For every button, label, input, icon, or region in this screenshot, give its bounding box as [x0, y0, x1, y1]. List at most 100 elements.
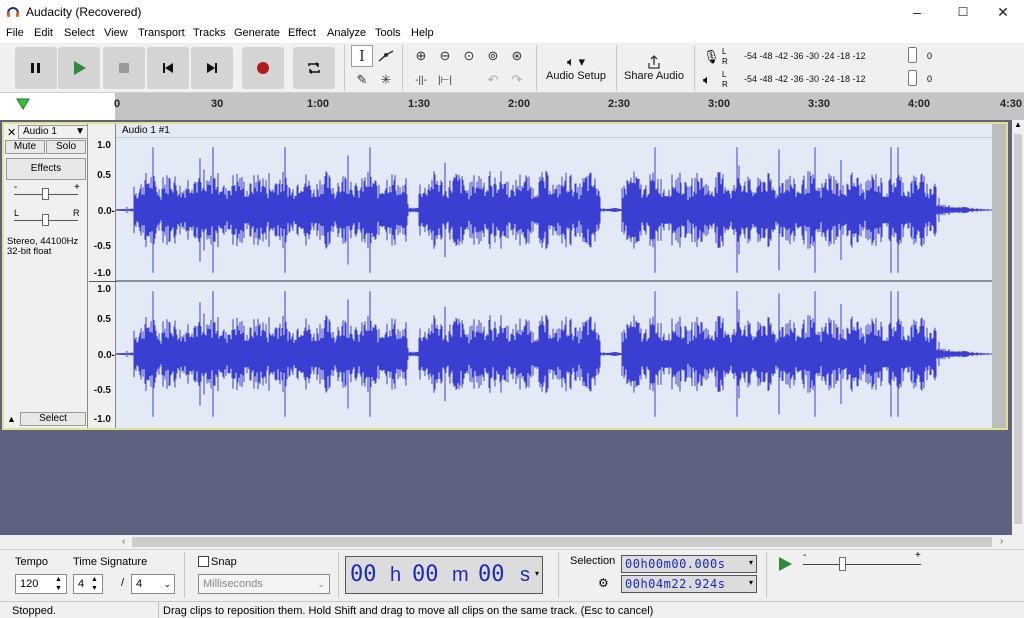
amp-label: -0.5: [93, 385, 111, 396]
gear-icon[interactable]: ⚙: [598, 576, 609, 590]
skip-to-end-button[interactable]: [191, 47, 233, 89]
silence-button[interactable]: |⊢|: [434, 69, 456, 91]
pause-button[interactable]: [15, 47, 57, 89]
silence-icon: |⊢|: [438, 74, 452, 86]
toolbar-separator: [184, 552, 185, 598]
play-at-speed-icon[interactable]: [776, 555, 794, 573]
numerator-spinner-icon[interactable]: ▲ ▼: [91, 575, 98, 593]
toolbar-separator: [402, 45, 403, 91]
gain-slider[interactable]: [42, 188, 49, 200]
record-level-slider[interactable]: [908, 47, 917, 63]
zoom-out-icon: ⊖: [439, 48, 451, 63]
amp-label: 1.0: [97, 284, 111, 295]
close-button[interactable]: ✕: [980, 0, 1024, 24]
zoom-selection-icon: ⊙: [463, 48, 475, 63]
share-audio-button[interactable]: Share Audio: [622, 45, 686, 91]
redo-button[interactable]: ↷: [506, 69, 528, 91]
amp-label: -1.0: [93, 414, 111, 425]
playback-meter[interactable]: L R -54 -48 -42 -36 -30 -24 -18 -12 0: [722, 69, 942, 89]
snap-checkbox[interactable]: [198, 556, 209, 567]
timeline-options-icon[interactable]: [16, 98, 30, 110]
menu-edit[interactable]: Edit: [34, 27, 53, 39]
menu-tools[interactable]: Tools: [375, 27, 401, 39]
playback-level-slider[interactable]: [908, 70, 917, 86]
ruler-tick-label: 1:00: [307, 98, 330, 110]
envelope-tool[interactable]: [375, 45, 397, 67]
speed-plus-label: +: [915, 550, 921, 561]
minimize-button[interactable]: –: [894, 0, 940, 24]
vertical-scrollbar[interactable]: ▲: [1012, 120, 1024, 535]
menu-view[interactable]: View: [104, 27, 128, 39]
vertical-scroll-thumb[interactable]: [1014, 134, 1022, 524]
record-button[interactable]: [242, 47, 284, 89]
clip-header[interactable]: Audio 1 #1: [116, 124, 992, 138]
fit-selection-button[interactable]: ⊙: [458, 45, 480, 67]
multi-tool[interactable]: ✳: [375, 69, 397, 91]
menu-transport[interactable]: Transport: [138, 27, 185, 39]
dropdown-arrow-icon[interactable]: ▾: [749, 558, 753, 567]
menu-effect[interactable]: Effect: [288, 27, 316, 39]
collapse-track-icon[interactable]: ▲: [7, 414, 16, 424]
share-audio-label: Share Audio: [624, 70, 684, 82]
timeline-ruler[interactable]: [115, 93, 1024, 120]
menu-select[interactable]: Select: [64, 27, 95, 39]
snap-unit-select[interactable]: Milliseconds ⌄: [198, 574, 330, 594]
pan-slider[interactable]: [42, 214, 49, 226]
menu-generate[interactable]: Generate: [234, 27, 280, 39]
ruler-tick-label: 0: [114, 98, 121, 110]
solo-button[interactable]: Solo: [46, 140, 86, 154]
tempo-spinner-icon[interactable]: ▲ ▼: [55, 575, 62, 593]
recording-meter[interactable]: L R -54 -48 -42 -36 -30 -24 -18 -12 0: [722, 46, 942, 66]
playback-speed-slider[interactable]: [839, 557, 846, 571]
selection-tool[interactable]: I: [351, 45, 373, 67]
scroll-left-icon[interactable]: ‹: [122, 536, 125, 547]
time-signature-numerator[interactable]: 4: [73, 574, 103, 594]
skip-start-icon: [163, 63, 173, 73]
microphone-icon: 🎙︎: [703, 49, 720, 64]
horizontal-scrollbar[interactable]: ‹ ›: [0, 535, 1024, 549]
zoom-in-button[interactable]: ⊕: [410, 45, 432, 67]
menu-tracks[interactable]: Tracks: [193, 27, 226, 39]
scroll-up-icon[interactable]: ▲: [1014, 120, 1022, 129]
redo-icon: ↷: [511, 72, 523, 87]
time-minutes-unit: m: [452, 564, 469, 586]
meter-end-label: 0: [927, 51, 933, 61]
dropdown-arrow-icon[interactable]: ▾: [749, 578, 753, 587]
play-button[interactable]: [58, 47, 100, 89]
select-track-button[interactable]: Select: [20, 412, 86, 426]
menu-help[interactable]: Help: [411, 27, 434, 39]
close-track-icon[interactable]: ✕: [7, 126, 16, 139]
toolbar-separator: [338, 552, 339, 598]
trim-button[interactable]: -||-: [410, 69, 432, 91]
toolbar-separator: [344, 45, 345, 91]
meter-right-label: R: [722, 80, 728, 89]
track-name-menu[interactable]: Audio 1 ▼: [18, 125, 88, 139]
menu-file[interactable]: File: [6, 27, 24, 39]
scroll-right-icon[interactable]: ›: [1000, 536, 1003, 547]
loop-button[interactable]: [293, 47, 335, 89]
waveform-svg: [116, 147, 992, 417]
time-signature-denominator[interactable]: 4 ⌄: [131, 574, 175, 594]
time-display[interactable]: 00 h 00 m 00 s ▾: [345, 556, 543, 594]
fit-project-button[interactable]: ⊚: [482, 45, 504, 67]
selection-label: Selection: [570, 555, 616, 567]
effects-button[interactable]: Effects: [6, 158, 86, 180]
skip-to-start-button[interactable]: [147, 47, 189, 89]
trim-icon: -||-: [415, 74, 427, 86]
time-format-dropdown-icon[interactable]: ▾: [535, 569, 539, 578]
main-toolbar: I ✎ ✳ ⊕ ⊖ ⊙ ⊚ ⊛ -||- |⊢| ↶ ↷ 🔈︎ ▾ Audio …: [0, 43, 1024, 93]
selection-end-field[interactable]: 00h04m22.924s ▾: [621, 575, 757, 593]
status-state: Stopped.: [12, 605, 57, 617]
stop-button[interactable]: [103, 47, 145, 89]
selection-start-field[interactable]: 00h00m00.000s ▾: [621, 555, 757, 573]
horizontal-scroll-thumb[interactable]: [132, 537, 992, 547]
zoom-out-button[interactable]: ⊖: [434, 45, 456, 67]
audio-setup-button[interactable]: 🔈︎ ▾ Audio Setup: [544, 45, 608, 91]
menu-analyze[interactable]: Analyze: [327, 27, 366, 39]
mute-button[interactable]: Mute: [5, 140, 45, 154]
undo-button[interactable]: ↶: [482, 69, 504, 91]
zoom-toggle-button[interactable]: ⊛: [506, 45, 528, 67]
waveform-area[interactable]: [116, 124, 992, 428]
draw-tool[interactable]: ✎: [351, 69, 373, 91]
vertical-amplitude-scale[interactable]: 1.0 0.5 0.0- -0.5 -1.0 1.0 0.5 0.0- -0.5…: [89, 124, 116, 428]
